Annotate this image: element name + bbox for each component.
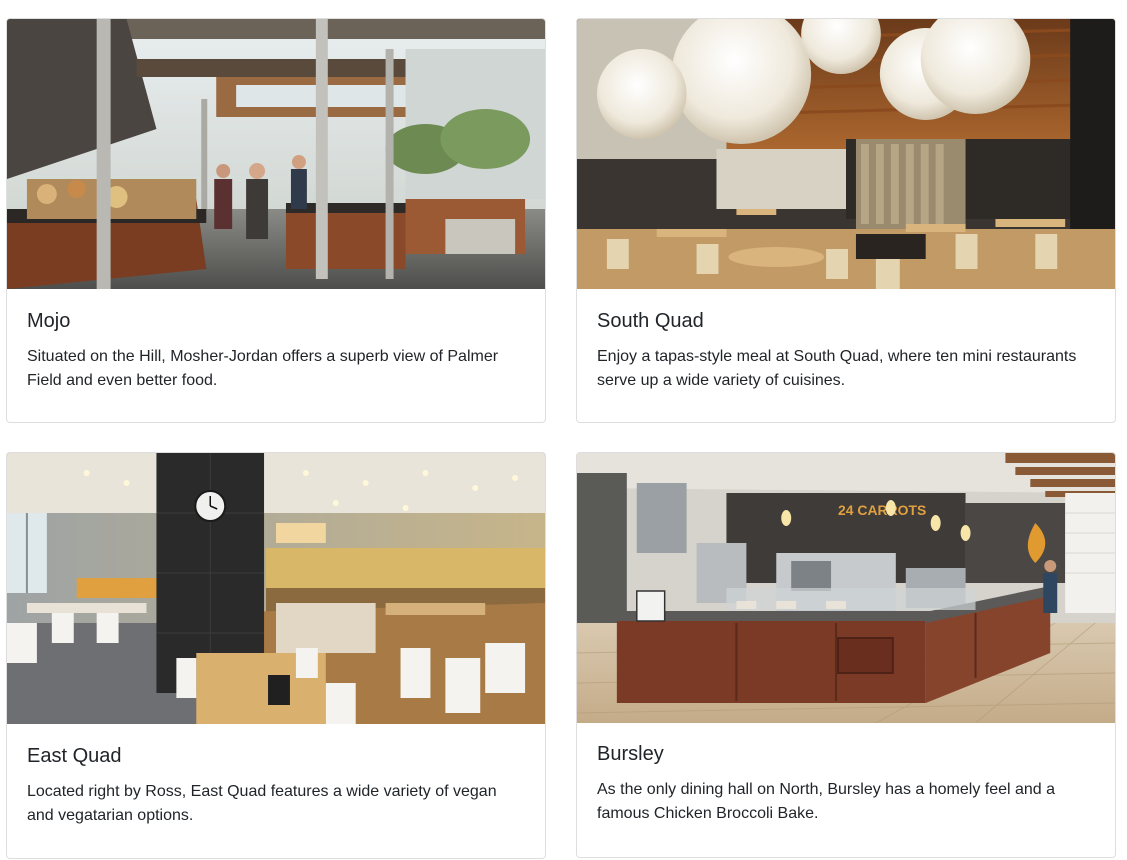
card-title: South Quad: [597, 310, 704, 332]
restaurant-sign: 24 CARROTS: [838, 502, 926, 518]
dining-hall-card-bursley[interactable]: 24 CARROTS Bursley As the only dining ha…: [576, 452, 1116, 858]
bursley-photo: 24 CARROTS: [577, 453, 1115, 723]
card-title: Mojo: [27, 310, 71, 332]
card-title: Bursley: [597, 743, 664, 765]
card-title: East Quad: [27, 745, 122, 767]
card-text: Located right by Ross, East Quad feature…: [27, 783, 497, 824]
dining-hall-card-east-quad[interactable]: East Quad Located right by Ross, East Qu…: [6, 452, 546, 859]
card-text: As the only dining hall on North, Bursle…: [597, 781, 1056, 822]
card-text: Enjoy a tapas-style meal at South Quad, …: [597, 348, 1077, 389]
card-text: Situated on the Hill, Mosher-Jordan offe…: [27, 348, 499, 389]
dining-hall-card-south-quad[interactable]: South Quad Enjoy a tapas-style meal at S…: [576, 18, 1116, 423]
dining-hall-card-mojo[interactable]: Mojo Situated on the Hill, Mosher-Jordan…: [6, 18, 546, 423]
east-quad-photo: [7, 453, 545, 724]
south-quad-photo: [577, 19, 1115, 289]
mojo-photo: [7, 19, 545, 289]
